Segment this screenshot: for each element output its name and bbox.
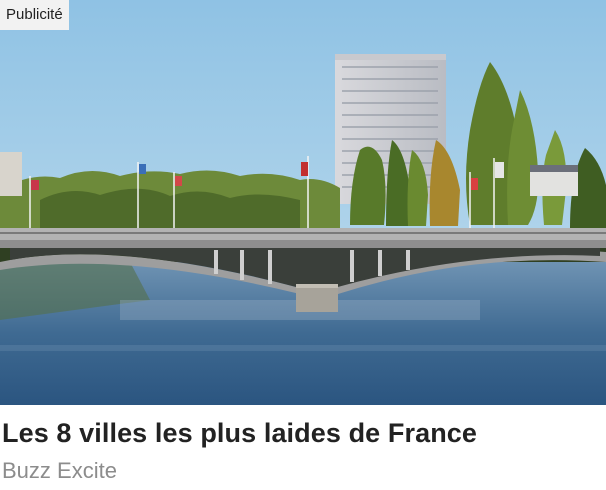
sponsored-ad-card[interactable]: Publicité Les 8 villes les plus laides d… (0, 0, 606, 490)
ad-source[interactable]: Buzz Excite (2, 458, 117, 484)
ad-title[interactable]: Les 8 villes les plus laides de France (2, 418, 477, 449)
ad-image[interactable]: Publicité (0, 0, 606, 405)
sponsored-badge: Publicité (0, 0, 69, 30)
